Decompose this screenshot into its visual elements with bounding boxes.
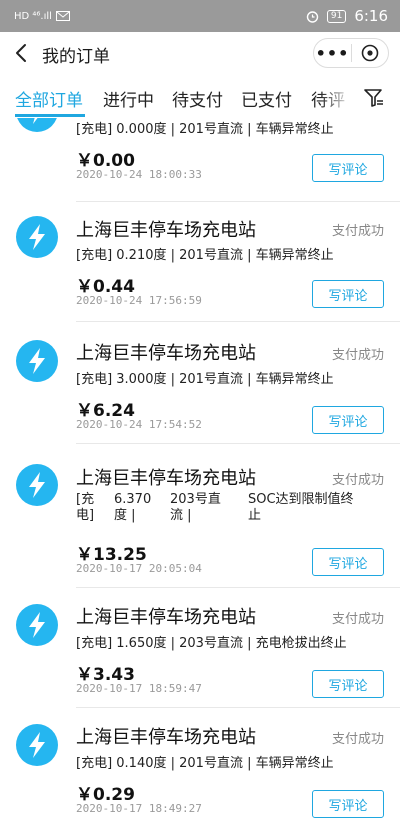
order-time: 2020-10-17 18:59:47: [76, 682, 202, 695]
order-card[interactable]: 上海巨丰停车场充电站 支付成功 [充 电] 6.370 度 | 203号直 流 …: [0, 444, 400, 588]
write-review-button[interactable]: 写评论: [312, 280, 384, 308]
order-time: 2020-10-24 17:56:59: [76, 294, 202, 307]
station-name: 上海巨丰停车场充电站: [76, 220, 256, 241]
write-review-button[interactable]: 写评论: [312, 790, 384, 818]
close-button[interactable]: [352, 38, 388, 68]
status-bar: HD ⁴⁶.ıll 91 6:16: [0, 0, 400, 32]
tab-paid[interactable]: 已支付: [241, 86, 292, 111]
mail-icon: [55, 11, 70, 21]
lightning-icon: [16, 604, 58, 646]
signal-indicators: HD ⁴⁶.ıll: [14, 11, 70, 22]
station-name: 上海巨丰停车场充电站: [76, 343, 256, 364]
order-detail: [充电] 3.000度 | 201号直流 | 车辆异常终止: [76, 372, 334, 387]
write-review-button[interactable]: 写评论: [312, 154, 384, 182]
lightning-icon: [16, 724, 58, 766]
write-review-button[interactable]: 写评论: [312, 670, 384, 698]
detail-charger: 203号直 流 |: [170, 492, 221, 523]
mini-program-capsule: •••: [313, 38, 389, 68]
order-detail: [充电] 1.650度 | 203号直流 | 充电枪拔出终止: [76, 636, 347, 651]
tab-in-progress[interactable]: 进行中: [103, 86, 154, 111]
tab-pending-payment[interactable]: 待支付: [172, 86, 223, 111]
more-menu-button[interactable]: •••: [314, 44, 351, 63]
order-list[interactable]: [充电] 0.000度 | 201号直流 | 车辆异常终止 ￥0.00 2020…: [0, 118, 400, 831]
status-badge: 支付成功: [331, 612, 384, 627]
order-detail: [充电] 0.000度 | 201号直流 | 车辆异常终止: [76, 122, 334, 137]
status-badge: 支付成功: [331, 224, 384, 239]
divider: [76, 201, 400, 202]
order-time: 2020-10-17 20:05:04: [76, 562, 202, 575]
detail-energy: 6.370 度 |: [114, 492, 152, 523]
page-title: 我的订单: [42, 47, 110, 67]
lightning-icon: [16, 118, 58, 132]
alarm-icon: [306, 10, 319, 23]
write-review-button[interactable]: 写评论: [312, 548, 384, 576]
order-card[interactable]: 上海巨丰停车场充电站 支付成功 [充电] 3.000度 | 201号直流 | 车…: [0, 322, 400, 444]
detail-reason: SOC达到限制值终 止: [248, 492, 354, 523]
order-card[interactable]: [充电] 0.000度 | 201号直流 | 车辆异常终止 ￥0.00 2020…: [0, 118, 400, 204]
status-badge: 支付成功: [331, 473, 384, 488]
order-detail: [充电] 0.210度 | 201号直流 | 车辆异常终止: [76, 248, 334, 263]
station-name: 上海巨丰停车场充电站: [76, 727, 256, 748]
clock: 6:16: [354, 7, 388, 25]
filter-icon[interactable]: [362, 86, 386, 110]
status-badge: 支付成功: [331, 348, 384, 363]
active-tab-indicator: [15, 114, 85, 117]
lightning-icon: [16, 340, 58, 382]
nav-header: 我的订单 •••: [0, 32, 400, 74]
battery-indicator: 91: [326, 9, 347, 23]
lightning-icon: [16, 216, 58, 258]
station-name: 上海巨丰停车场充电站: [76, 468, 256, 489]
close-circle-icon: [361, 44, 379, 62]
order-tabs: 全部订单 进行中 待支付 已支付 待评: [0, 82, 400, 120]
back-arrow-icon[interactable]: [12, 40, 32, 66]
order-time: 2020-10-17 18:49:27: [76, 802, 202, 815]
status-badge: 支付成功: [331, 732, 384, 747]
order-detail: [充 电] 6.370 度 | 203号直 流 | SOC达到限制值终 止: [76, 492, 368, 524]
order-time: 2020-10-24 17:54:52: [76, 418, 202, 431]
station-name: 上海巨丰停车场充电站: [76, 607, 256, 628]
tabs-fade: [320, 82, 360, 116]
signal-text: HD ⁴⁶.ıll: [14, 10, 52, 22]
order-card[interactable]: 上海巨丰停车场充电站 支付成功 [充电] 1.650度 | 203号直流 | 充…: [0, 588, 400, 708]
order-card[interactable]: 上海巨丰停车场充电站 支付成功 [充电] 0.210度 | 201号直流 | 车…: [0, 204, 400, 322]
order-time: 2020-10-24 18:00:33: [76, 168, 202, 181]
write-review-button[interactable]: 写评论: [312, 406, 384, 434]
detail-type: [充 电]: [76, 492, 95, 523]
tab-all-orders[interactable]: 全部订单: [15, 86, 83, 111]
order-detail: [充电] 0.140度 | 201号直流 | 车辆异常终止: [76, 756, 334, 771]
order-card[interactable]: 上海巨丰停车场充电站 支付成功 [充电] 0.140度 | 201号直流 | 车…: [0, 708, 400, 831]
lightning-icon: [16, 464, 58, 506]
